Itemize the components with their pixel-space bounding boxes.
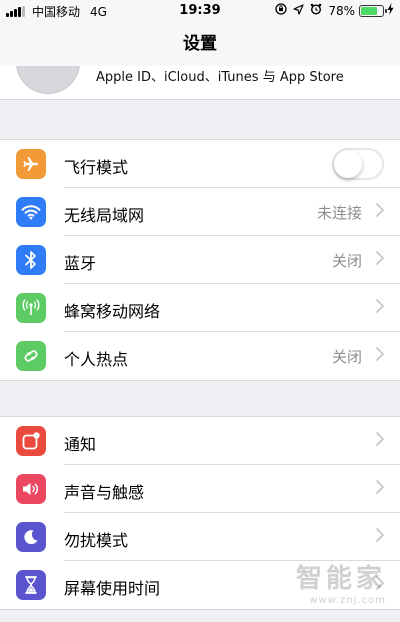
lock-rotation-icon xyxy=(275,3,287,18)
location-icon xyxy=(293,3,304,18)
watermark: 智能家 www.znj.com xyxy=(296,558,386,606)
toggle-knob xyxy=(334,150,362,178)
row-label: 勿扰模式 xyxy=(64,531,129,550)
row-value: 未连接 xyxy=(316,204,362,222)
system-row-1[interactable]: 声音与触感 xyxy=(0,465,400,513)
row-label: 声音与触感 xyxy=(64,483,145,502)
bluetooth-icon xyxy=(16,245,46,275)
chevron-right-icon xyxy=(376,250,384,269)
wifi-icon xyxy=(16,197,46,227)
battery-icon xyxy=(359,4,387,17)
row-label: 飞行模式 xyxy=(64,158,129,177)
connectivity-row-4[interactable]: 个人热点 关闭 xyxy=(0,332,400,380)
page-title: 设置 xyxy=(183,34,217,54)
sound-icon xyxy=(16,474,46,504)
airplane-mode-toggle[interactable] xyxy=(332,148,384,180)
cellular-icon xyxy=(16,293,46,323)
chevron-right-icon xyxy=(376,431,384,450)
system-row-2[interactable]: 勿扰模式 xyxy=(0,513,400,561)
nav-bar: 设置 xyxy=(0,22,400,66)
moon-icon xyxy=(16,522,46,552)
row-label: 无线局域网 xyxy=(64,206,145,225)
apple-id-subtitle: Apple ID、iCloud、iTunes 与 App Store xyxy=(96,70,344,85)
battery-percent: 78% xyxy=(328,3,355,18)
row-value: 关闭 xyxy=(331,348,362,366)
status-bar: 中国移动 4G 19:39 78% xyxy=(0,0,400,22)
chevron-right-icon xyxy=(376,202,384,221)
charging-icon xyxy=(387,3,394,18)
system-row-0[interactable]: 通知 xyxy=(0,417,400,465)
battery-fill xyxy=(361,6,378,15)
chevron-right-icon xyxy=(376,479,384,498)
hourglass-icon xyxy=(16,570,46,600)
avatar xyxy=(16,66,80,94)
chevron-right-icon xyxy=(376,298,384,317)
row-label: 蜂窝移动网络 xyxy=(64,302,161,321)
chevron-right-icon xyxy=(376,527,384,546)
notifications-icon xyxy=(16,426,46,456)
connectivity-row-3[interactable]: 蜂窝移动网络 xyxy=(0,284,400,332)
alarm-icon xyxy=(310,3,322,18)
connectivity-row-0[interactable]: 飞行模式 xyxy=(0,140,400,188)
connectivity-group: 飞行模式 无线局域网 未连接 蓝牙 关闭 蜂窝移动网络 个人热点 关闭 xyxy=(0,139,400,381)
hotspot-icon xyxy=(16,341,46,371)
row-value: 关闭 xyxy=(331,252,362,270)
row-label: 通知 xyxy=(64,435,97,454)
connectivity-row-2[interactable]: 蓝牙 关闭 xyxy=(0,236,400,284)
watermark-logo: 智能家 xyxy=(295,564,386,594)
chevron-right-icon xyxy=(376,346,384,365)
apple-id-row[interactable]: Apple ID、iCloud、iTunes 与 App Store xyxy=(0,66,400,100)
connectivity-row-1[interactable]: 无线局域网 未连接 xyxy=(0,188,400,236)
row-label: 个人热点 xyxy=(64,350,129,369)
row-label: 屏幕使用时间 xyxy=(64,579,161,598)
row-label: 蓝牙 xyxy=(64,254,97,273)
airplane-icon xyxy=(16,149,46,179)
watermark-url: www.znj.com xyxy=(309,595,386,606)
